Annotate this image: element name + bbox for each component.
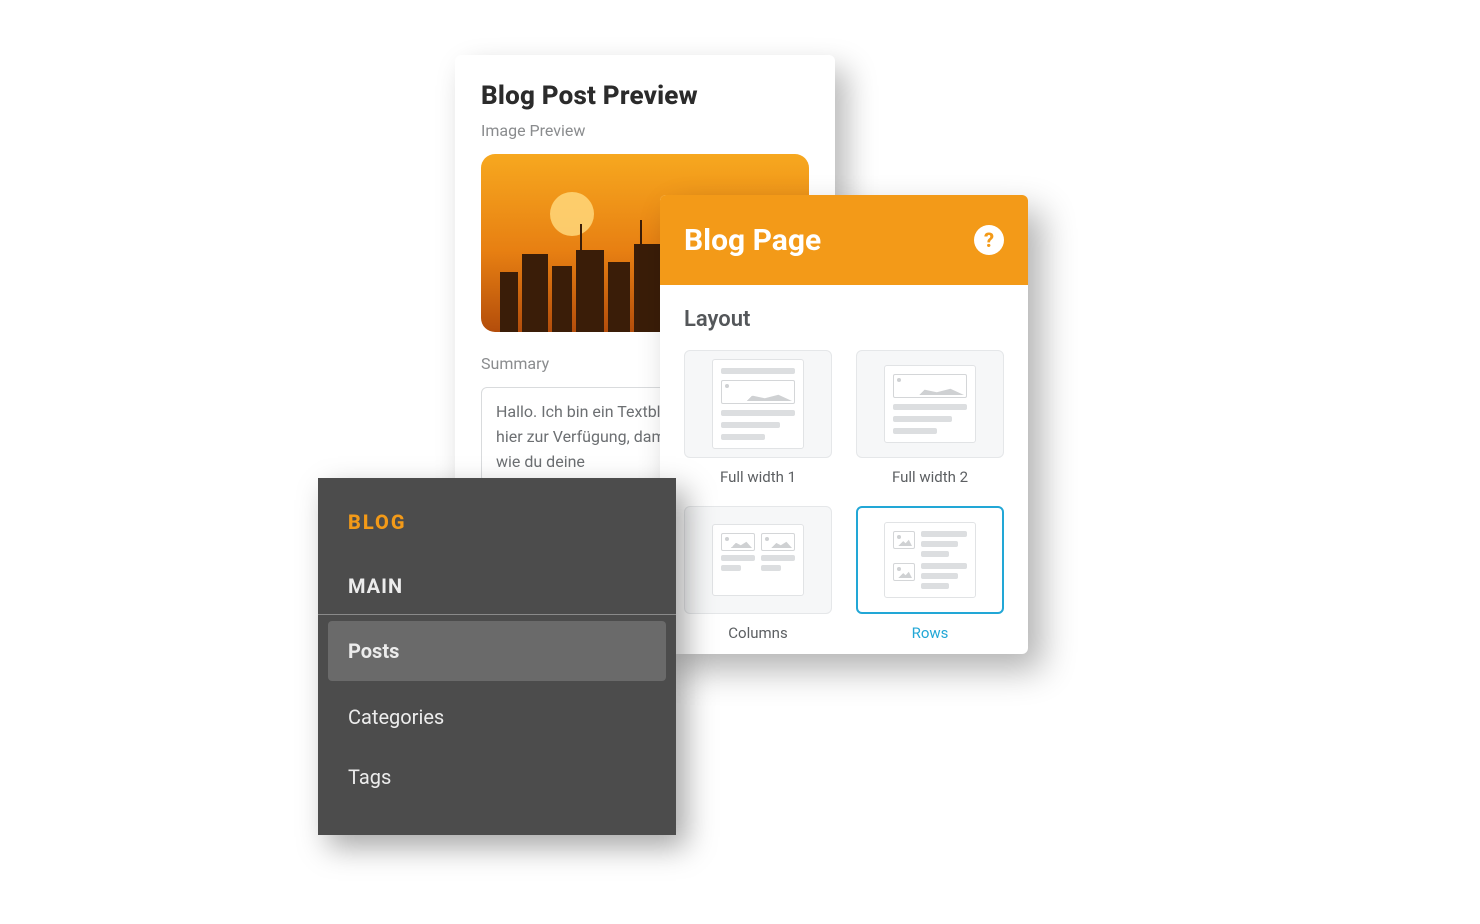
layout-option-label: Full width 2 [856, 468, 1004, 486]
layout-heading: Layout [684, 307, 1004, 332]
layout-grid: Full width 1 Full width 2 [684, 350, 1004, 642]
layout-option-full-width-1[interactable]: Full width 1 [684, 350, 832, 486]
layout-option-full-width-2[interactable]: Full width 2 [856, 350, 1004, 486]
sidebar-item-posts[interactable]: Posts [328, 621, 666, 681]
help-icon[interactable]: ? [974, 225, 1004, 255]
sidebar-item-tags[interactable]: Tags [318, 747, 676, 807]
sidebar-title: BLOG [318, 510, 676, 558]
layout-option-label: Full width 1 [684, 468, 832, 486]
blog-page-header: Blog Page ? [660, 195, 1028, 285]
sidebar-item-categories[interactable]: Categories [318, 687, 676, 747]
layout-section: Layout Full width 1 [660, 285, 1028, 654]
layout-thumb-icon [684, 350, 832, 458]
layout-option-label: Columns [684, 624, 832, 642]
blog-sidebar: BLOG MAIN Posts Categories Tags [318, 478, 676, 835]
layout-option-rows[interactable]: Rows [856, 506, 1004, 642]
layout-option-columns[interactable]: Columns [684, 506, 832, 642]
sidebar-section-main: MAIN [318, 558, 676, 615]
layout-thumb-icon [684, 506, 832, 614]
layout-thumb-icon [856, 350, 1004, 458]
image-preview-label: Image Preview [481, 121, 809, 140]
blog-page-panel: Blog Page ? Layout Full width 1 [660, 195, 1028, 654]
layout-thumb-icon [856, 506, 1004, 614]
preview-title: Blog Post Preview [481, 81, 809, 111]
blog-page-title: Blog Page [684, 223, 821, 258]
layout-option-label: Rows [856, 624, 1004, 642]
